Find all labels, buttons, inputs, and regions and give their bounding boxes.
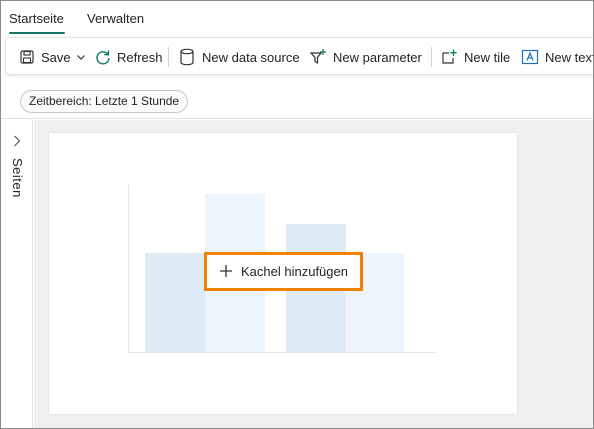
toolbar: Save Refresh New data source New paramet (5, 37, 594, 76)
database-icon (179, 48, 195, 66)
placeholder-bar (145, 253, 205, 352)
toolbar-divider (431, 47, 432, 67)
new-parameter-button[interactable]: New parameter (309, 38, 422, 76)
pages-panel: Seiten (1, 120, 33, 428)
filter-add-icon (309, 48, 327, 66)
ribbon-tabs: Startseite Verwalten (1, 1, 593, 39)
tab-verwalten[interactable]: Verwalten (87, 11, 144, 26)
pages-label: Seiten (10, 158, 25, 198)
tab-startseite[interactable]: Startseite (9, 11, 64, 26)
parameter-bar: Zeitbereich: Letzte 1 Stunde (1, 85, 593, 119)
new-parameter-label: New parameter (333, 49, 422, 65)
refresh-icon (94, 48, 112, 66)
tile-add-icon (440, 48, 458, 66)
refresh-button[interactable]: Refresh (94, 38, 163, 76)
chevron-right-icon[interactable] (13, 134, 21, 152)
empty-tile-card: Kachel hinzufügen (49, 133, 517, 414)
save-icon (20, 50, 34, 64)
add-tile-label: Kachel hinzufügen (241, 264, 348, 279)
refresh-label: Refresh (117, 49, 163, 65)
active-tab-indicator (9, 32, 65, 34)
save-label: Save (41, 49, 71, 65)
dashboard-canvas: Kachel hinzufügen (34, 120, 593, 428)
dashboard-window: Startseite Verwalten Save Refresh New da… (0, 0, 594, 429)
chart-axis-horizontal (128, 352, 436, 353)
add-tile-button[interactable]: Kachel hinzufügen (204, 252, 363, 291)
new-text-button[interactable]: New text (521, 38, 594, 76)
toolbar-divider (168, 47, 169, 67)
chevron-down-icon[interactable] (76, 52, 86, 62)
text-box-icon (521, 48, 539, 66)
time-range-pill[interactable]: Zeitbereich: Letzte 1 Stunde (20, 90, 189, 113)
new-data-source-button[interactable]: New data source (179, 38, 300, 76)
chart-axis-vertical (128, 185, 129, 354)
save-button[interactable]: Save (20, 38, 86, 76)
new-tile-button[interactable]: New tile (440, 38, 510, 76)
new-text-label: New text (545, 49, 594, 65)
new-data-source-label: New data source (202, 49, 300, 65)
new-tile-label: New tile (464, 49, 511, 65)
plus-icon (219, 262, 233, 282)
